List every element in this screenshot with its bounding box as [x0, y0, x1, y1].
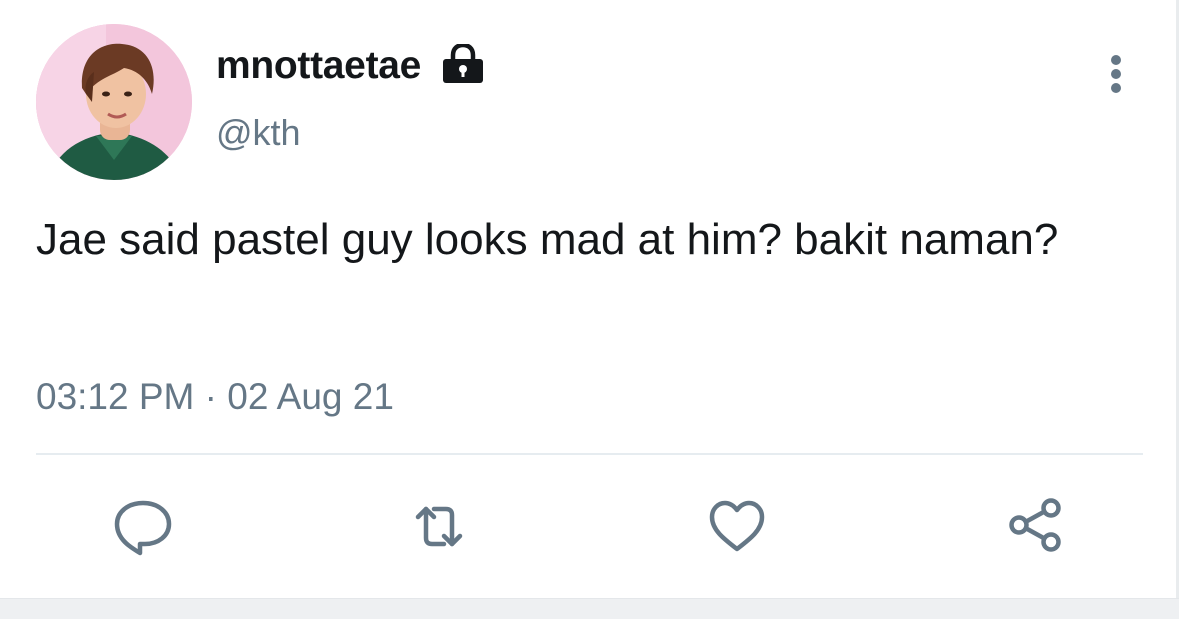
divider — [36, 453, 1143, 455]
bottom-separator — [0, 598, 1179, 619]
tweet-text: Jae said pastel guy looks mad at him? ba… — [36, 215, 1059, 264]
share-button[interactable] — [1004, 494, 1070, 558]
tweet-timestamp[interactable]: 03:12 PM · 02 Aug 21 — [36, 376, 394, 418]
retweet-button[interactable] — [406, 494, 472, 558]
lock-icon — [442, 42, 484, 84]
speech-bubble-icon — [114, 500, 172, 556]
reply-button[interactable] — [110, 494, 176, 558]
vertical-dots-icon — [1111, 55, 1121, 93]
like-button[interactable] — [704, 494, 770, 558]
more-options-button[interactable] — [1096, 52, 1136, 96]
heart-icon — [709, 500, 765, 552]
user-handle[interactable]: @kth — [216, 112, 301, 154]
retweet-icon — [415, 506, 463, 547]
display-name[interactable]: mnottaetae — [216, 44, 421, 88]
avatar[interactable] — [36, 24, 192, 180]
share-icon — [1009, 498, 1061, 552]
